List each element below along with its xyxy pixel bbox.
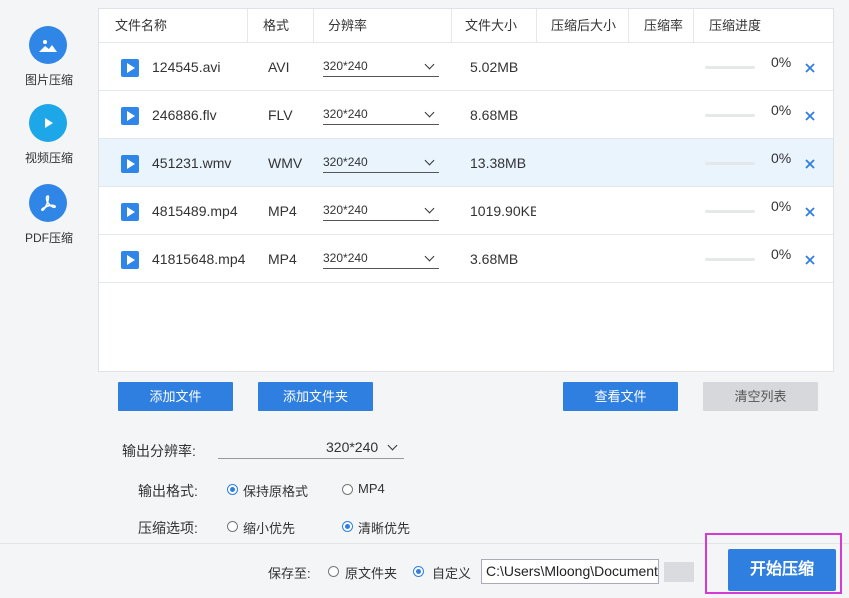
file-table: 文件名称 格式 分辨率 文件大小 压缩后大小 压缩率 压缩进度 124545.a… — [98, 8, 834, 372]
progress-bar — [705, 114, 755, 117]
progress-bar — [705, 66, 755, 69]
compress-option-label: 压缩选项: — [138, 520, 198, 536]
compress-small-label: 缩小优先 — [243, 521, 296, 536]
table-row[interactable]: 246886.flv FLV 320*240 8.68MB 0% — [99, 91, 833, 139]
compress-small-radio[interactable] — [227, 521, 238, 532]
file-format: WMV — [268, 155, 303, 171]
file-name: 124545.avi — [152, 59, 221, 75]
file-size: 8.68MB — [470, 107, 519, 123]
progress-percent: 0% — [771, 246, 792, 262]
chevron-down-icon — [424, 59, 435, 70]
file-format: MP4 — [268, 251, 297, 267]
file-size: 5.02MB — [470, 59, 519, 75]
start-compress-button[interactable]: 开始压缩 — [728, 549, 836, 591]
file-format: AVI — [268, 59, 290, 75]
sidebar-item-label: PDF压缩 — [24, 231, 73, 245]
chevron-down-icon — [424, 251, 435, 262]
view-files-button[interactable]: 查看文件 — [563, 382, 678, 411]
add-file-button[interactable]: 添加文件 — [118, 382, 233, 411]
file-name: 246886.flv — [152, 107, 217, 123]
progress-percent: 0% — [771, 102, 792, 118]
chevron-down-icon — [424, 107, 435, 118]
save-path-input[interactable]: C:\Users\Mloong\Documents — [481, 559, 659, 584]
sidebar-item-label: 视频压缩 — [24, 151, 73, 165]
video-file-icon — [121, 251, 139, 269]
file-size: 3.68MB — [470, 251, 519, 267]
pdf-icon — [29, 184, 67, 222]
sidebar-item-pdf-compress[interactable]: PDF压缩 — [0, 184, 98, 254]
table-row[interactable]: 451231.wmv WMV 320*240 13.38MB 0% — [99, 139, 833, 187]
progress-bar — [705, 210, 755, 213]
video-file-icon — [121, 59, 139, 77]
sidebar-item-image-compress[interactable]: 图片压缩 — [0, 26, 98, 96]
chevron-down-icon — [424, 203, 435, 214]
format-keep-label: 保持原格式 — [243, 484, 309, 499]
resolution-select[interactable]: 320*240 — [323, 249, 439, 269]
add-folder-button[interactable]: 添加文件夹 — [258, 382, 373, 411]
save-custom-radio[interactable] — [413, 566, 424, 577]
table-row[interactable]: 4815489.mp4 MP4 320*240 1019.90KB 0% — [99, 187, 833, 235]
remove-icon[interactable] — [803, 109, 817, 123]
save-original-radio[interactable] — [328, 566, 339, 577]
save-custom-label: 自定义 — [432, 566, 472, 581]
save-to-label: 保存至: — [268, 566, 311, 581]
column-header-compressed-size: 压缩后大小 — [551, 18, 617, 33]
column-header-name: 文件名称 — [115, 18, 168, 33]
video-file-icon — [121, 155, 139, 173]
clear-list-button[interactable]: 清空列表 — [703, 382, 818, 411]
file-name: 451231.wmv — [152, 155, 232, 171]
file-size: 1019.90KB — [470, 203, 536, 219]
resolution-select[interactable]: 320*240 — [323, 57, 439, 77]
table-header: 文件名称 格式 分辨率 文件大小 压缩后大小 压缩率 压缩进度 — [99, 9, 833, 43]
resolution-select[interactable]: 320*240 — [323, 153, 439, 173]
column-header-ratio: 压缩率 — [644, 18, 684, 33]
column-header-format: 格式 — [263, 18, 290, 33]
table-row[interactable]: 124545.avi AVI 320*240 5.02MB 0% — [99, 43, 833, 91]
file-name: 4815489.mp4 — [152, 203, 238, 219]
progress-percent: 0% — [771, 150, 792, 166]
compress-clear-label: 清晰优先 — [358, 521, 411, 536]
sidebar: 图片压缩 视频压缩 PDF压缩 — [0, 0, 98, 598]
progress-percent: 0% — [771, 198, 792, 214]
file-name: 41815648.mp4 — [152, 251, 246, 267]
chevron-down-icon — [387, 440, 398, 451]
resolution-select[interactable]: 320*240 — [323, 105, 439, 125]
output-resolution-select[interactable]: 320*240 — [218, 437, 404, 459]
progress-bar — [705, 258, 755, 261]
file-format: FLV — [268, 107, 293, 123]
sidebar-item-video-compress[interactable]: 视频压缩 — [0, 104, 98, 174]
chevron-down-icon — [424, 155, 435, 166]
remove-icon[interactable] — [803, 157, 817, 171]
format-keep-radio[interactable] — [227, 484, 238, 495]
resolution-select[interactable]: 320*240 — [323, 201, 439, 221]
play-icon — [29, 104, 67, 142]
video-file-icon — [121, 107, 139, 125]
remove-icon[interactable] — [803, 61, 817, 75]
progress-bar — [705, 162, 755, 165]
remove-icon[interactable] — [803, 205, 817, 219]
format-mp4-label: MP4 — [358, 481, 385, 496]
progress-percent: 0% — [771, 54, 792, 70]
output-format-label: 输出格式: — [138, 483, 198, 499]
image-icon — [29, 26, 67, 64]
output-resolution-label: 输出分辨率: — [122, 443, 196, 459]
format-mp4-radio[interactable] — [342, 484, 353, 495]
remove-icon[interactable] — [803, 253, 817, 267]
column-header-size: 文件大小 — [465, 18, 518, 33]
compress-clear-radio[interactable] — [342, 521, 353, 532]
file-format: MP4 — [268, 203, 297, 219]
column-header-progress: 压缩进度 — [709, 18, 762, 33]
browse-button[interactable] — [664, 562, 694, 582]
sidebar-item-label: 图片压缩 — [24, 73, 73, 87]
video-file-icon — [121, 203, 139, 221]
table-row[interactable]: 41815648.mp4 MP4 320*240 3.68MB 0% — [99, 235, 833, 283]
column-header-resolution: 分辨率 — [328, 18, 368, 33]
file-size: 13.38MB — [470, 155, 527, 171]
save-original-label: 原文件夹 — [345, 566, 398, 581]
